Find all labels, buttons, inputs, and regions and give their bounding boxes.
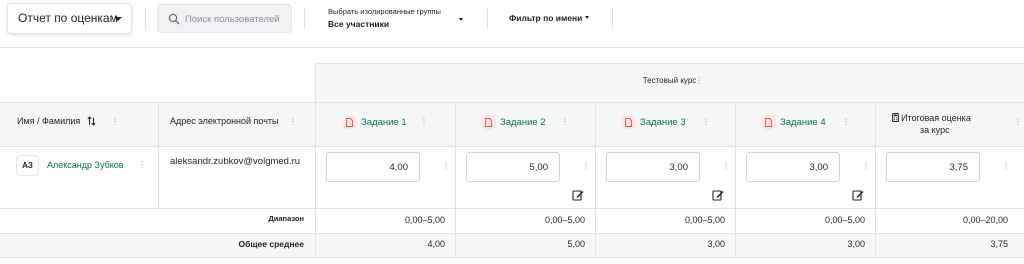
chevron-down-icon xyxy=(585,16,589,19)
kebab-menu-icon[interactable]: ⋮ xyxy=(842,117,850,126)
range-value: 0,00–5,00 xyxy=(404,215,445,225)
average-value: 3,00 xyxy=(707,239,725,249)
kebab-menu-icon[interactable]: ⋮ xyxy=(695,76,703,85)
grader-toolbar: Отчет по оценкам Выбрать изолированные г… xyxy=(0,0,1024,48)
range-value: 0,00–5,00 xyxy=(824,215,865,225)
toolbar-divider xyxy=(612,7,613,29)
column-divider xyxy=(875,102,876,257)
kebab-menu-icon[interactable]: ⋮ xyxy=(442,161,450,170)
range-value: 0,00–20,00 xyxy=(962,215,1008,225)
column-divider xyxy=(735,102,736,257)
assignment-link[interactable]: Задание 1 xyxy=(361,117,407,128)
row-divider xyxy=(0,257,1024,258)
report-type-value: Отчет по оценкам xyxy=(18,11,118,25)
column-divider xyxy=(315,63,316,257)
kebab-menu-icon[interactable]: ⋮ xyxy=(722,161,730,170)
assignment-link[interactable]: Задание 3 xyxy=(640,117,686,128)
group-select-label: Выбрать изолированные группы xyxy=(328,7,441,16)
course-total-input[interactable] xyxy=(886,152,980,182)
student-email: aleksandr.zubkov@volgmed.ru xyxy=(170,156,301,167)
kebab-menu-icon[interactable]: ⋮ xyxy=(702,117,710,126)
course-total-header-line2: за курс xyxy=(920,125,950,135)
chevron-down-icon xyxy=(114,17,122,21)
kebab-menu-icon[interactable]: ⋮ xyxy=(138,160,146,169)
kebab-menu-icon[interactable]: ⋮ xyxy=(420,117,428,126)
grade-input-3[interactable] xyxy=(606,152,700,182)
chevron-down-icon xyxy=(459,18,463,21)
name-filter-label: Фильтр по имени xyxy=(509,13,583,23)
row-divider xyxy=(0,208,1024,209)
edit-icon[interactable] xyxy=(572,189,584,201)
course-total-header: Итоговая оценка xyxy=(901,113,971,123)
kebab-menu-icon[interactable]: ⋮ xyxy=(289,117,297,126)
average-value: 3,00 xyxy=(847,239,865,249)
search-icon xyxy=(168,13,180,25)
edit-icon[interactable] xyxy=(712,189,724,201)
name-column-header[interactable]: Имя / Фамилия xyxy=(17,116,80,126)
assignment-icon xyxy=(342,115,357,130)
kebab-menu-icon[interactable]: ⋮ xyxy=(1002,161,1010,170)
column-divider xyxy=(595,102,596,257)
name-filter-button[interactable]: Фильтр по имени xyxy=(509,13,589,23)
grade-input-1[interactable] xyxy=(326,152,420,182)
range-value: 0,00–5,00 xyxy=(684,215,725,225)
assignment-link[interactable]: Задание 2 xyxy=(500,117,546,128)
report-type-select[interactable]: Отчет по оценкам xyxy=(7,3,132,34)
range-label: Диапазон xyxy=(268,214,304,223)
kebab-menu-icon[interactable]: ⋮ xyxy=(862,161,870,170)
average-value: 5,00 xyxy=(567,239,585,249)
row-divider xyxy=(315,63,1024,64)
kebab-menu-icon[interactable]: ⋮ xyxy=(111,117,119,126)
toolbar-divider xyxy=(145,7,146,29)
toolbar-divider xyxy=(487,7,488,29)
calculator-icon xyxy=(892,113,899,122)
kebab-menu-icon[interactable]: ⋮ xyxy=(1014,117,1022,126)
kebab-menu-icon[interactable]: ⋮ xyxy=(582,161,590,170)
row-divider xyxy=(0,233,1024,234)
average-value: 3,75 xyxy=(990,239,1008,249)
average-label: Общее среднее xyxy=(238,239,304,249)
student-name-link[interactable]: Александр Зубков xyxy=(47,160,124,170)
assignment-link[interactable]: Задание 4 xyxy=(780,117,826,128)
course-title: Тестовый курс xyxy=(642,76,697,85)
grade-input-4[interactable] xyxy=(746,152,840,182)
group-select[interactable]: Выбрать изолированные группы Все участни… xyxy=(328,7,468,33)
row-divider xyxy=(0,146,1024,147)
row-divider xyxy=(0,102,1024,103)
column-divider xyxy=(455,102,456,257)
assignment-icon xyxy=(761,115,776,130)
assignment-icon xyxy=(481,115,496,130)
avatar[interactable]: АЗ xyxy=(16,155,39,176)
email-column-header: Адрес электронной почты xyxy=(170,116,279,126)
toolbar-divider xyxy=(304,7,305,29)
kebab-menu-icon[interactable]: ⋮ xyxy=(561,117,569,126)
user-search[interactable] xyxy=(157,4,292,33)
grade-input-2[interactable] xyxy=(466,152,560,182)
user-search-input[interactable] xyxy=(185,10,289,28)
table-top-border xyxy=(0,47,1024,48)
assignment-icon xyxy=(621,115,636,130)
column-divider xyxy=(158,102,159,208)
group-select-value: Все участники xyxy=(328,19,390,29)
edit-icon[interactable] xyxy=(852,189,864,201)
range-value: 0,00–5,00 xyxy=(544,215,585,225)
sort-icon[interactable] xyxy=(87,116,96,126)
average-value: 4,00 xyxy=(427,239,445,249)
